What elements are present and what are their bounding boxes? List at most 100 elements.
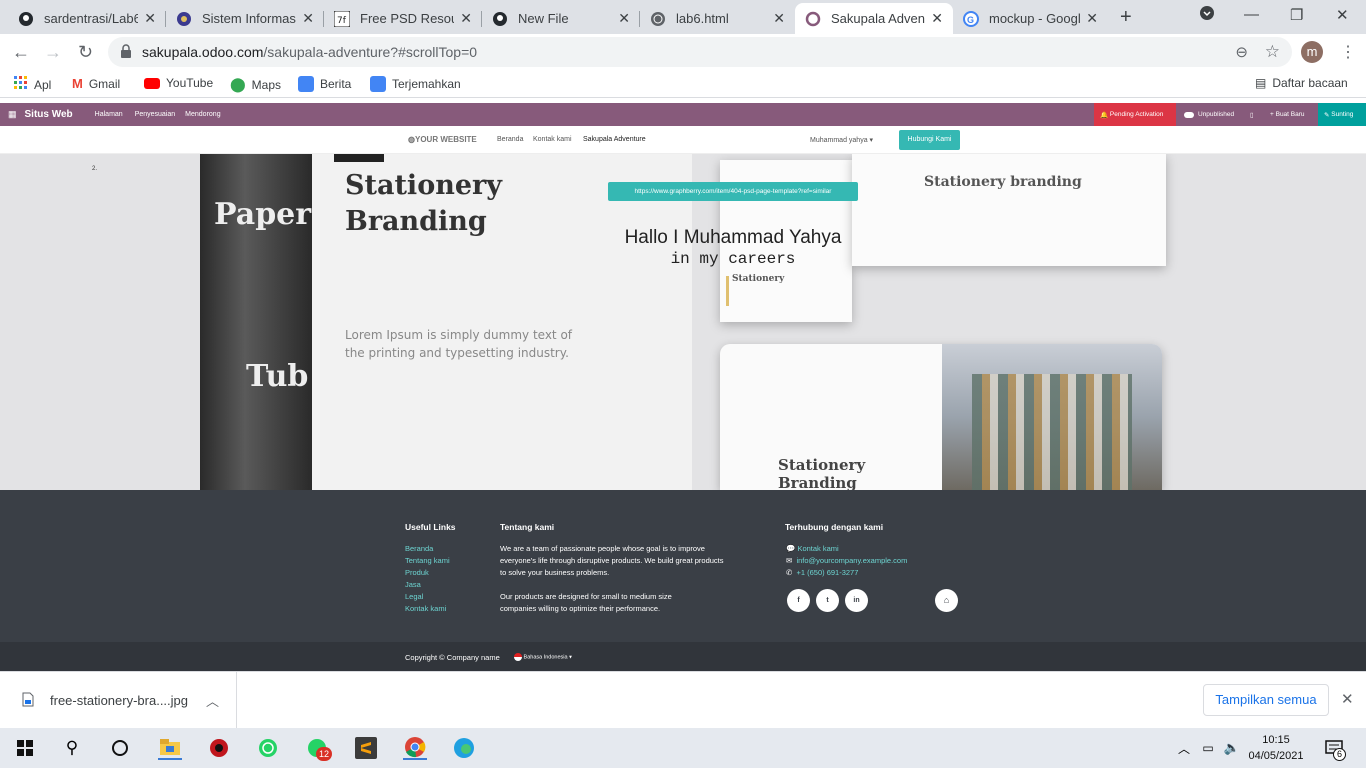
new-tab-button[interactable]: + — [1120, 6, 1132, 29]
site-logo[interactable]: ◍YOUR WEBSITE — [408, 135, 477, 144]
minimize-icon[interactable]: — — [1244, 6, 1259, 23]
tab-1[interactable]: Sistem Informasi ✕ — [166, 3, 324, 34]
facebook-icon[interactable]: f — [787, 589, 810, 612]
bookmark-berita[interactable]: Berita — [298, 76, 351, 92]
avatar[interactable]: m — [1301, 41, 1323, 63]
whatsapp-business-icon[interactable]: 12 — [305, 736, 332, 761]
bookmark-label: Terjemahkan — [392, 77, 461, 91]
footer-link-tentang[interactable]: Tentang kami — [405, 555, 450, 567]
back-icon[interactable]: ← — [12, 42, 30, 63]
nav-sakupala-adventure[interactable]: Sakupala Adventure — [583, 136, 646, 143]
edit-button[interactable]: ✎ Sunting — [1318, 103, 1366, 126]
tab-2[interactable]: 7f Free PSD Resourc ✕ — [324, 3, 482, 34]
close-icon[interactable]: ✕ — [773, 10, 785, 27]
logo-text: YOUR WEBSITE — [414, 135, 477, 144]
tab-3[interactable]: New File ✕ — [482, 3, 640, 34]
caret-icon: ▾ — [869, 137, 874, 144]
psd-icon: 7f — [334, 10, 350, 27]
tab-4[interactable]: lab6.html ✕ — [640, 3, 795, 34]
sublime-text-icon[interactable] — [354, 736, 378, 760]
bookmark-gmail[interactable]: M Gmail — [72, 76, 120, 91]
maximize-icon[interactable]: ❐ — [1290, 6, 1303, 24]
footer-link-produk[interactable]: Produk — [405, 567, 450, 579]
phone-link[interactable]: +1 (650) 691-3277 — [796, 568, 858, 577]
file-explorer-icon[interactable] — [158, 736, 182, 760]
footer-link-legal[interactable]: Legal — [405, 591, 450, 603]
tab-title: Free PSD Resourc — [360, 11, 454, 26]
card-title: Stationery branding — [924, 174, 1082, 190]
contact-link[interactable]: Kontak kami — [797, 544, 838, 553]
footer-link-kontak[interactable]: Kontak kami — [405, 603, 450, 615]
odoo-menu-mendorong[interactable]: Mendorong — [185, 111, 220, 118]
task-view-icon[interactable] — [108, 736, 132, 760]
bookmark-translate[interactable]: Terjemahkan — [370, 76, 461, 92]
close-icon[interactable]: ✕ — [144, 10, 156, 27]
website-header: ◍YOUR WEBSITE Beranda Kontak kami Sakupa… — [0, 126, 1366, 154]
clock[interactable]: 10:15 04/05/2021 — [1246, 732, 1306, 764]
whatsapp-icon[interactable] — [256, 736, 280, 760]
language-selector[interactable]: Bahasa Indonesia ▾ — [514, 653, 572, 661]
close-icon[interactable]: ✕ — [931, 10, 943, 27]
tab-6[interactable]: G mockup - Google ✕ — [953, 3, 1108, 34]
pending-activation-badge[interactable]: 🔔 Pending Activation — [1094, 103, 1176, 126]
tab-search-icon[interactable] — [1200, 6, 1214, 24]
app-red-icon[interactable] — [207, 736, 231, 760]
unpublished-toggle[interactable]: Unpublished — [1178, 103, 1240, 126]
home-icon[interactable]: ⌂ — [935, 589, 958, 612]
svg-text:G: G — [967, 15, 974, 25]
volume-icon[interactable]: 🔈 — [1220, 736, 1244, 760]
notification-count: 6 — [1333, 748, 1346, 761]
action-center-icon[interactable]: 6 — [1322, 736, 1346, 761]
new-content-button[interactable]: + Buat Baru — [1264, 103, 1311, 126]
nav-beranda[interactable]: Beranda — [497, 136, 523, 143]
close-shelf-icon[interactable]: ✕ — [1341, 690, 1354, 708]
chrome-icon[interactable] — [403, 736, 427, 760]
forward-icon[interactable]: → — [44, 42, 62, 63]
new-label: Buat Baru — [1275, 111, 1305, 118]
link-tooltip[interactable]: https://www.graphberry.com/item/404-psd-… — [608, 182, 858, 201]
menu-icon[interactable]: ⋮ — [1340, 42, 1356, 62]
chevron-up-icon[interactable]: ︿ — [206, 691, 219, 710]
zoom-icon[interactable]: ⊖ — [1235, 43, 1248, 61]
mobile-preview-icon[interactable]: ▯ — [1244, 103, 1260, 126]
download-filename: free-stationery-bra....jpg — [50, 693, 189, 708]
notification-badge: 12 — [316, 747, 332, 761]
bookmark-maps[interactable]: ⬤ Maps — [230, 76, 281, 93]
close-icon[interactable]: ✕ — [302, 10, 314, 27]
small-mark: 2. — [92, 166, 98, 172]
bookmark-youtube[interactable]: YouTube — [144, 76, 213, 90]
show-all-button[interactable]: Tampilkan semua — [1203, 684, 1329, 716]
odoo-menu-penyesuaian[interactable]: Penyesuaian — [135, 111, 175, 118]
battery-icon[interactable]: ▭ — [1196, 736, 1220, 760]
youtube-icon — [144, 77, 160, 89]
odoo-menu-halaman[interactable]: Halaman — [95, 111, 123, 118]
close-icon[interactable]: ✕ — [1086, 10, 1098, 27]
gmail-icon: M — [72, 76, 83, 91]
close-icon[interactable]: ✕ — [618, 10, 630, 27]
bookmark-apps[interactable]: Apl — [14, 76, 51, 93]
edge-icon[interactable] — [452, 736, 476, 760]
odoo-brand[interactable]: Situs Web — [25, 109, 73, 120]
contact-us-button[interactable]: Hubungi Kami — [899, 130, 960, 150]
twitter-icon[interactable]: t — [816, 589, 839, 612]
star-icon[interactable]: ☆ — [1265, 42, 1280, 62]
user-menu[interactable]: Muhammad yahya ▾ — [810, 136, 873, 144]
reading-list[interactable]: ▤ Daftar bacaan — [1255, 76, 1348, 90]
footer-link-beranda[interactable]: Beranda — [405, 543, 450, 555]
email-link[interactable]: info@yourcompany.example.com — [796, 556, 907, 565]
chevron-up-tray-icon[interactable]: ︿ — [1172, 736, 1196, 760]
close-icon[interactable]: ✕ — [460, 10, 472, 27]
windows-start-icon[interactable] — [13, 736, 37, 760]
window-close-icon[interactable]: ✕ — [1336, 6, 1349, 24]
about-paragraph-1: We are a team of passionate people whose… — [500, 544, 724, 577]
linkedin-icon[interactable]: in — [845, 589, 868, 612]
tab-0[interactable]: sardentrasi/Lab6 ✕ — [8, 3, 166, 34]
address-bar[interactable]: sakupala.odoo.com/sakupala-adventure?#sc… — [108, 37, 1292, 67]
nav-kontak-kami[interactable]: Kontak kami — [533, 136, 572, 143]
apps-menu-icon[interactable]: ▦ — [8, 109, 17, 120]
tab-5-active[interactable]: Sakupala Adventu ✕ — [795, 3, 953, 34]
reload-icon[interactable]: ↻ — [78, 42, 93, 63]
download-item[interactable]: free-stationery-bra....jpg ︿ — [0, 672, 237, 728]
footer-link-jasa[interactable]: Jasa — [405, 579, 450, 591]
search-icon[interactable]: ⚲ — [60, 736, 84, 760]
